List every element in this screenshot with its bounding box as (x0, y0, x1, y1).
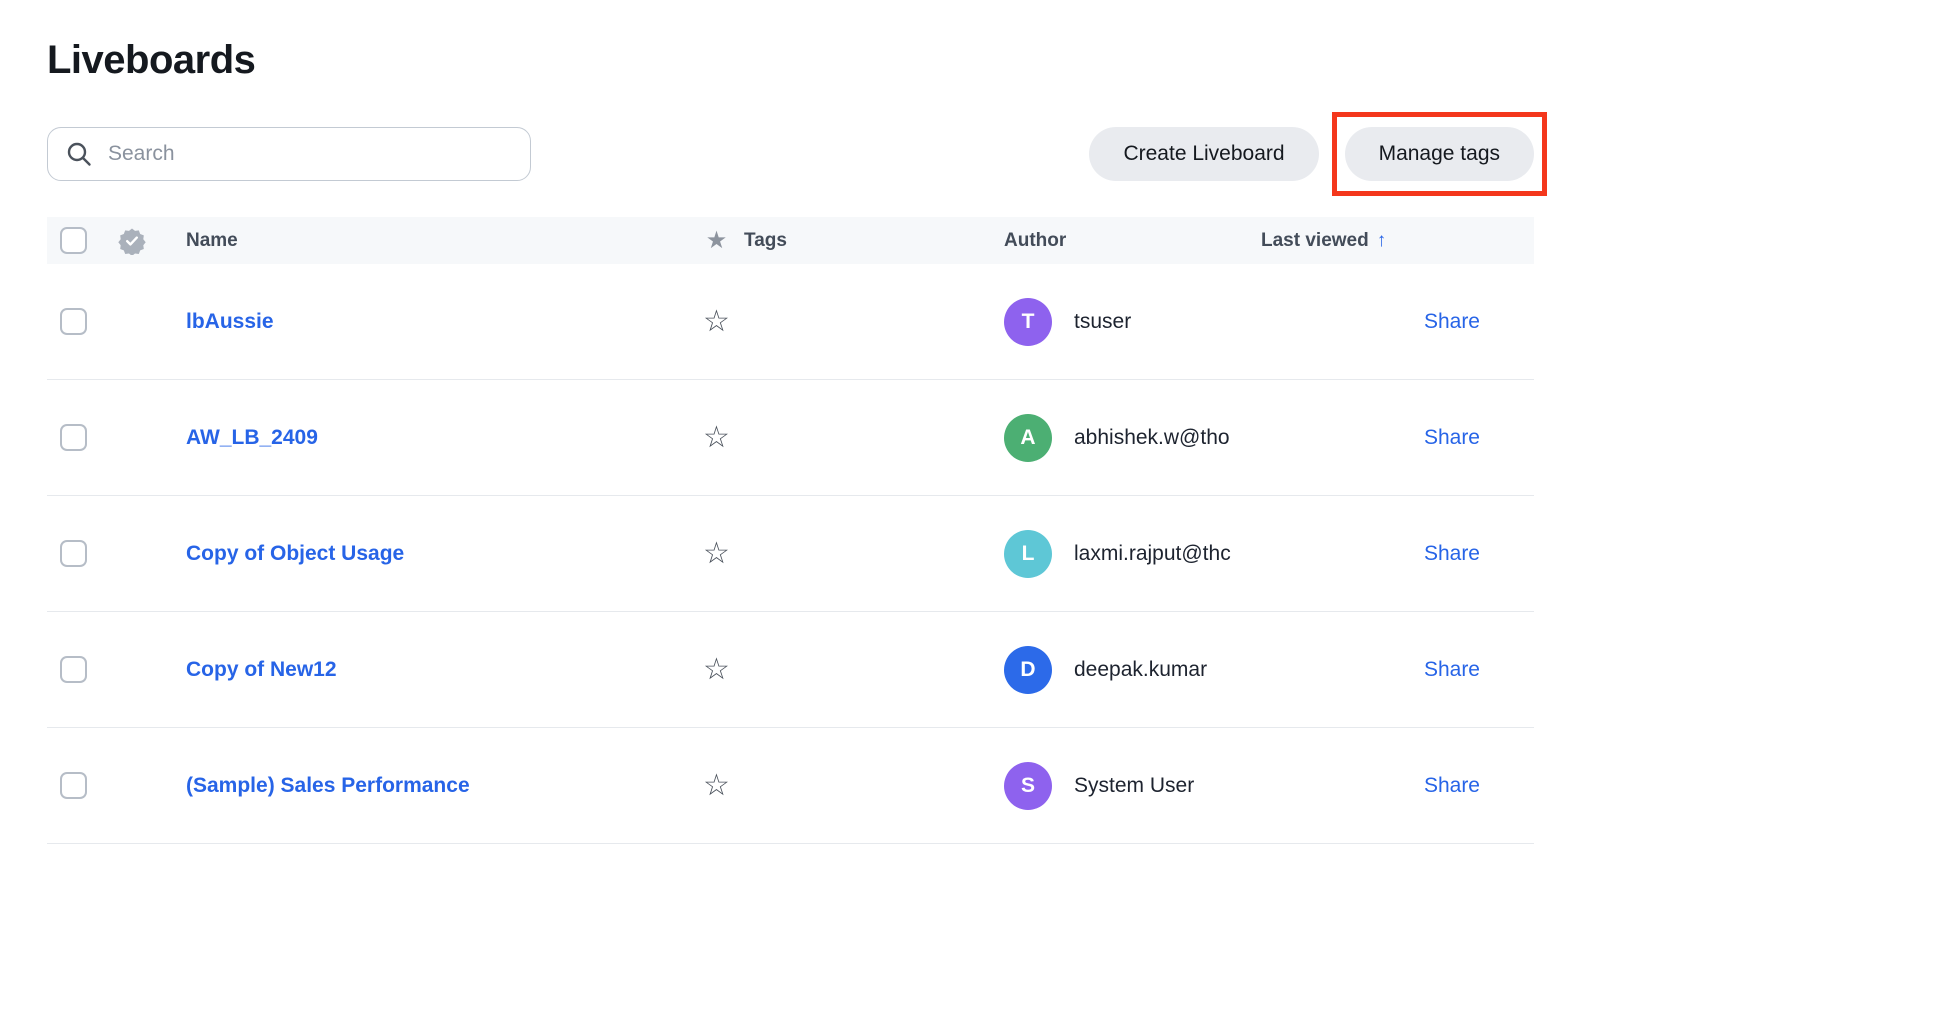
liveboard-name-link[interactable]: lbAussie (186, 310, 274, 333)
favorite-star-outline-icon[interactable]: ☆ (703, 423, 730, 453)
liveboard-name-link[interactable]: (Sample) Sales Performance (186, 774, 470, 797)
row-checkbox[interactable] (60, 656, 87, 683)
row-share-cell: Share (1261, 426, 1534, 450)
row-share-cell: Share (1261, 310, 1534, 334)
row-share-cell: Share (1261, 774, 1534, 798)
row-author-cell: L laxmi.rajput@thc (1004, 530, 1261, 578)
share-link[interactable]: Share (1424, 774, 1480, 798)
header-star-cell[interactable]: ★ (689, 226, 744, 255)
share-link[interactable]: Share (1424, 542, 1480, 566)
row-author-cell: T tsuser (1004, 298, 1261, 346)
table-header-row: Name ★ Tags Author Last viewed ↑ (47, 217, 1534, 264)
row-star-cell: ☆ (689, 771, 744, 801)
favorite-star-icon: ★ (706, 226, 728, 255)
avatar: A (1004, 414, 1052, 462)
search-box[interactable] (47, 127, 531, 181)
table-body: lbAussie ☆ T tsuser Share AW_LB_2409 ☆ (47, 264, 1534, 844)
header-name-cell[interactable]: Name (164, 230, 689, 252)
favorite-star-outline-icon[interactable]: ☆ (703, 539, 730, 569)
header-author-cell[interactable]: Author (1004, 230, 1261, 252)
create-liveboard-button[interactable]: Create Liveboard (1089, 127, 1318, 181)
search-input[interactable] (108, 142, 512, 166)
page-title: Liveboards (47, 38, 1534, 83)
row-author-cell: A abhishek.w@tho (1004, 414, 1261, 462)
author-name: laxmi.rajput@thc (1074, 542, 1231, 566)
table-row: Copy of Object Usage ☆ L laxmi.rajput@th… (47, 496, 1534, 612)
header-author-label: Author (1004, 230, 1066, 251)
row-name-cell: Copy of Object Usage (164, 542, 689, 566)
liveboards-table: Name ★ Tags Author Last viewed ↑ lbAussi… (47, 217, 1534, 844)
table-row: Copy of New12 ☆ D deepak.kumar Share (47, 612, 1534, 728)
row-checkbox[interactable] (60, 308, 87, 335)
share-link[interactable]: Share (1424, 658, 1480, 682)
manage-tags-button[interactable]: Manage tags (1345, 127, 1534, 181)
row-checkbox[interactable] (60, 540, 87, 567)
table-row: lbAussie ☆ T tsuser Share (47, 264, 1534, 380)
table-row: (Sample) Sales Performance ☆ S System Us… (47, 728, 1534, 844)
row-star-cell: ☆ (689, 307, 744, 337)
author-name: tsuser (1074, 310, 1131, 334)
favorite-star-outline-icon[interactable]: ☆ (703, 771, 730, 801)
favorite-star-outline-icon[interactable]: ☆ (703, 307, 730, 337)
row-name-cell: lbAussie (164, 310, 689, 334)
header-name-label: Name (186, 230, 238, 251)
row-share-cell: Share (1261, 542, 1534, 566)
verified-badge-icon (118, 227, 146, 255)
author-name: System User (1074, 774, 1194, 798)
row-checkbox[interactable] (60, 424, 87, 451)
row-star-cell: ☆ (689, 539, 744, 569)
row-name-cell: (Sample) Sales Performance (164, 774, 689, 798)
liveboard-name-link[interactable]: Copy of Object Usage (186, 542, 404, 565)
row-author-cell: D deepak.kumar (1004, 646, 1261, 694)
sort-ascending-icon[interactable]: ↑ (1377, 230, 1387, 252)
row-checkbox-cell (47, 656, 99, 683)
share-link[interactable]: Share (1424, 426, 1480, 450)
header-last-viewed-label: Last viewed (1261, 230, 1369, 252)
favorite-star-outline-icon[interactable]: ☆ (703, 655, 730, 685)
liveboards-page: Liveboards Create Liveboard Manage tags (47, 0, 1534, 844)
author-name: deepak.kumar (1074, 658, 1207, 682)
row-star-cell: ☆ (689, 655, 744, 685)
manage-tags-highlight-wrap: Manage tags (1345, 127, 1534, 181)
table-row: AW_LB_2409 ☆ A abhishek.w@tho Share (47, 380, 1534, 496)
avatar: T (1004, 298, 1052, 346)
toolbar-buttons: Create Liveboard Manage tags (1089, 127, 1534, 181)
header-badge-cell (99, 227, 164, 255)
row-star-cell: ☆ (689, 423, 744, 453)
avatar: L (1004, 530, 1052, 578)
row-name-cell: Copy of New12 (164, 658, 689, 682)
liveboard-name-link[interactable]: AW_LB_2409 (186, 426, 318, 449)
header-checkbox-cell (47, 227, 99, 254)
header-last-viewed-cell[interactable]: Last viewed ↑ (1261, 230, 1534, 252)
avatar: D (1004, 646, 1052, 694)
row-checkbox-cell (47, 540, 99, 567)
search-icon (66, 141, 92, 167)
select-all-checkbox[interactable] (60, 227, 87, 254)
row-name-cell: AW_LB_2409 (164, 426, 689, 450)
row-checkbox-cell (47, 772, 99, 799)
row-checkbox-cell (47, 424, 99, 451)
header-tags-cell[interactable]: Tags (744, 230, 1004, 252)
row-author-cell: S System User (1004, 762, 1261, 810)
toolbar: Create Liveboard Manage tags (47, 127, 1534, 181)
row-checkbox-cell (47, 308, 99, 335)
header-tags-label: Tags (744, 230, 787, 251)
avatar: S (1004, 762, 1052, 810)
row-checkbox[interactable] (60, 772, 87, 799)
author-name: abhishek.w@tho (1074, 426, 1230, 450)
row-share-cell: Share (1261, 658, 1534, 682)
share-link[interactable]: Share (1424, 310, 1480, 334)
liveboard-name-link[interactable]: Copy of New12 (186, 658, 337, 681)
